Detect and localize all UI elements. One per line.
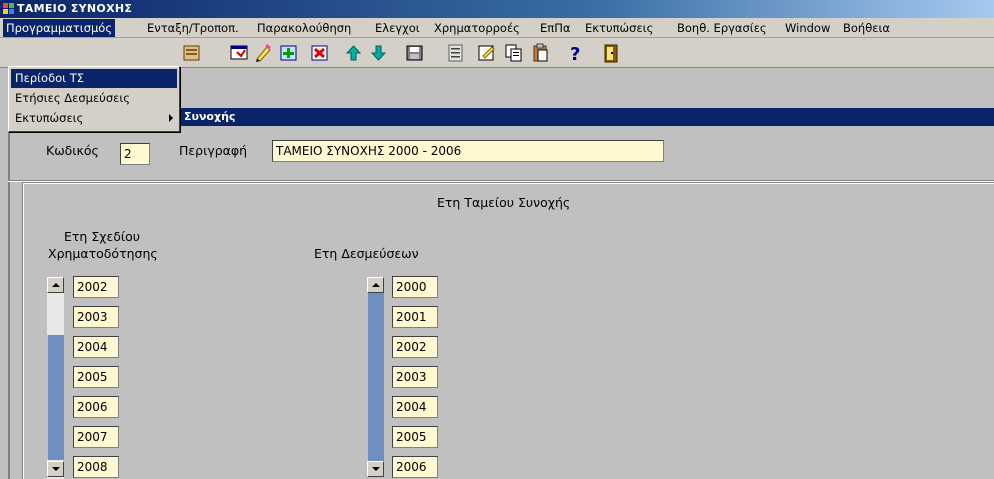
menu-window[interactable]: Window: [785, 21, 830, 35]
plan-year-field[interactable]: 2008: [73, 456, 119, 478]
insert-record-icon: [280, 45, 297, 61]
edit-record-icon: [230, 45, 248, 60]
programmatismos-dropdown: Περίοδοι ΤΣ Ετήσιες Δεσμεύσεις Εκτυπώσει…: [8, 66, 180, 132]
scroll-up-arrow-icon: [52, 283, 60, 287]
code-field[interactable]: 2: [120, 143, 150, 165]
save-icon: [406, 45, 423, 61]
plan-year-field[interactable]: 2007: [73, 426, 119, 448]
scroll-up-button[interactable]: [47, 277, 64, 293]
arrow-up-button[interactable]: [342, 42, 365, 64]
plan-year-field[interactable]: 2002: [73, 276, 119, 298]
commit-year-field[interactable]: 2005: [392, 426, 438, 448]
list-button[interactable]: [444, 42, 467, 64]
description-field[interactable]: ΤΑΜΕΙΟ ΣΥΝΟΧΗΣ 2000 - 2006: [272, 140, 664, 162]
menu-elegxoi[interactable]: Ελεγχοι: [375, 21, 420, 35]
group-title: Ετη Ταμείου Συνοχής: [437, 195, 571, 210]
scroll-up-arrow-icon: [372, 283, 380, 287]
commit-year-field[interactable]: 2001: [392, 306, 438, 328]
help-icon: ?: [570, 44, 580, 65]
menu-item-label: Ετήσιες Δεσμεύσεις: [15, 91, 130, 105]
pencil-button[interactable]: [252, 42, 275, 64]
commit-year-field[interactable]: 2004: [392, 396, 438, 418]
plan-year-field[interactable]: 2004: [73, 336, 119, 358]
form-edit-icon: [478, 45, 495, 61]
menu-parakolouthisi[interactable]: Παρακολούθηση: [257, 21, 351, 35]
scroll-down-button[interactable]: [367, 461, 384, 477]
inner-window-title: Συνοχής: [184, 110, 236, 123]
commit-year-field[interactable]: 2006: [392, 456, 438, 478]
plan-years-scrollbar[interactable]: [47, 277, 64, 479]
menu-voitheia[interactable]: Βοήθεια: [843, 21, 890, 35]
window-title: ΤΑΜΕΙΟ ΣΥΝΟΧΗΣ: [17, 2, 133, 15]
list-icon: [448, 44, 463, 62]
copy-icon: [505, 44, 522, 62]
description-label: Περιγραφή: [179, 143, 248, 158]
menu-item-label: Εκτυπώσεις: [15, 111, 84, 125]
arrow-down-button[interactable]: [367, 42, 390, 64]
exit-icon: [604, 44, 618, 63]
menu-programmatismos[interactable]: Προγραμματισμός: [3, 19, 116, 37]
menu-xrimatorroes[interactable]: Χρηματορροές: [434, 21, 520, 35]
scroll-thumb[interactable]: [367, 293, 384, 461]
commit-years-scrollbar[interactable]: [367, 277, 384, 479]
code-label: Κωδικός: [46, 143, 99, 158]
menu-bar: Προγραμματισμός Ενταξη/Τροποπ. Παρακολού…: [0, 18, 994, 38]
save-button[interactable]: [403, 42, 426, 64]
plan-year-field[interactable]: 2005: [73, 366, 119, 388]
commit-years-label: Ετη Δεσμεύσεων: [314, 246, 419, 261]
plan-years-label-1: Ετη Σχεδίου: [64, 229, 140, 244]
menu-eppa[interactable]: ΕπΠα: [540, 21, 570, 35]
commit-year-field[interactable]: 2002: [392, 336, 438, 358]
scroll-down-arrow-icon: [52, 467, 60, 471]
menu-item-periodoi-ts[interactable]: Περίοδοι ΤΣ: [11, 69, 177, 88]
commit-year-field[interactable]: 2003: [392, 366, 438, 388]
arrow-down-icon: [370, 45, 387, 61]
app-grid-icon: [3, 3, 14, 14]
toolbar: ?: [0, 38, 994, 68]
menu-item-label: Περίοδοι ΤΣ: [15, 71, 84, 85]
insert-record-button[interactable]: [277, 42, 300, 64]
menu-entaxi[interactable]: Ενταξη/Τροποπ.: [147, 21, 239, 35]
svg-text:?: ?: [570, 44, 580, 64]
app-window: ΤΑΜΕΙΟ ΣΥΝΟΧΗΣ Προγραμματισμός Ενταξη/Τρ…: [0, 0, 994, 479]
menu-ektyposeis[interactable]: Εκτυπώσεις: [585, 21, 653, 35]
database-icon: [183, 45, 200, 61]
menu-item-etisies-desmefseis[interactable]: Ετήσιες Δεσμεύσεις: [11, 89, 177, 108]
plan-year-field[interactable]: 2006: [73, 396, 119, 418]
paste-icon: [533, 43, 548, 62]
commit-year-field[interactable]: 2000: [392, 276, 438, 298]
delete-record-icon: [311, 45, 328, 61]
title-bar: ΤΑΜΕΙΟ ΣΥΝΟΧΗΣ: [0, 0, 994, 18]
menu-item-ektyposeis[interactable]: Εκτυπώσεις: [11, 109, 177, 128]
scroll-thumb[interactable]: [47, 335, 64, 460]
scroll-down-arrow-icon: [372, 467, 380, 471]
scroll-up-button[interactable]: [367, 277, 384, 293]
form-edit-button[interactable]: [475, 42, 498, 64]
edit-record-button[interactable]: [228, 42, 251, 64]
submenu-arrow-icon: [169, 114, 173, 122]
delete-record-button[interactable]: [308, 42, 331, 64]
pencil-icon: [256, 43, 271, 62]
copy-button[interactable]: [502, 42, 525, 64]
arrow-up-icon: [345, 45, 362, 61]
help-button[interactable]: ?: [564, 42, 587, 65]
exit-button[interactable]: [600, 42, 623, 64]
scroll-down-button[interactable]: [47, 461, 64, 477]
menu-voith-ergasies[interactable]: Βοηθ. Εργασίες: [677, 21, 767, 35]
database-button[interactable]: [180, 42, 203, 64]
plan-years-label-2: Χρηματοδότησης: [48, 246, 158, 261]
years-group: [22, 182, 994, 479]
paste-button[interactable]: [529, 42, 552, 64]
plan-year-field[interactable]: 2003: [73, 306, 119, 328]
